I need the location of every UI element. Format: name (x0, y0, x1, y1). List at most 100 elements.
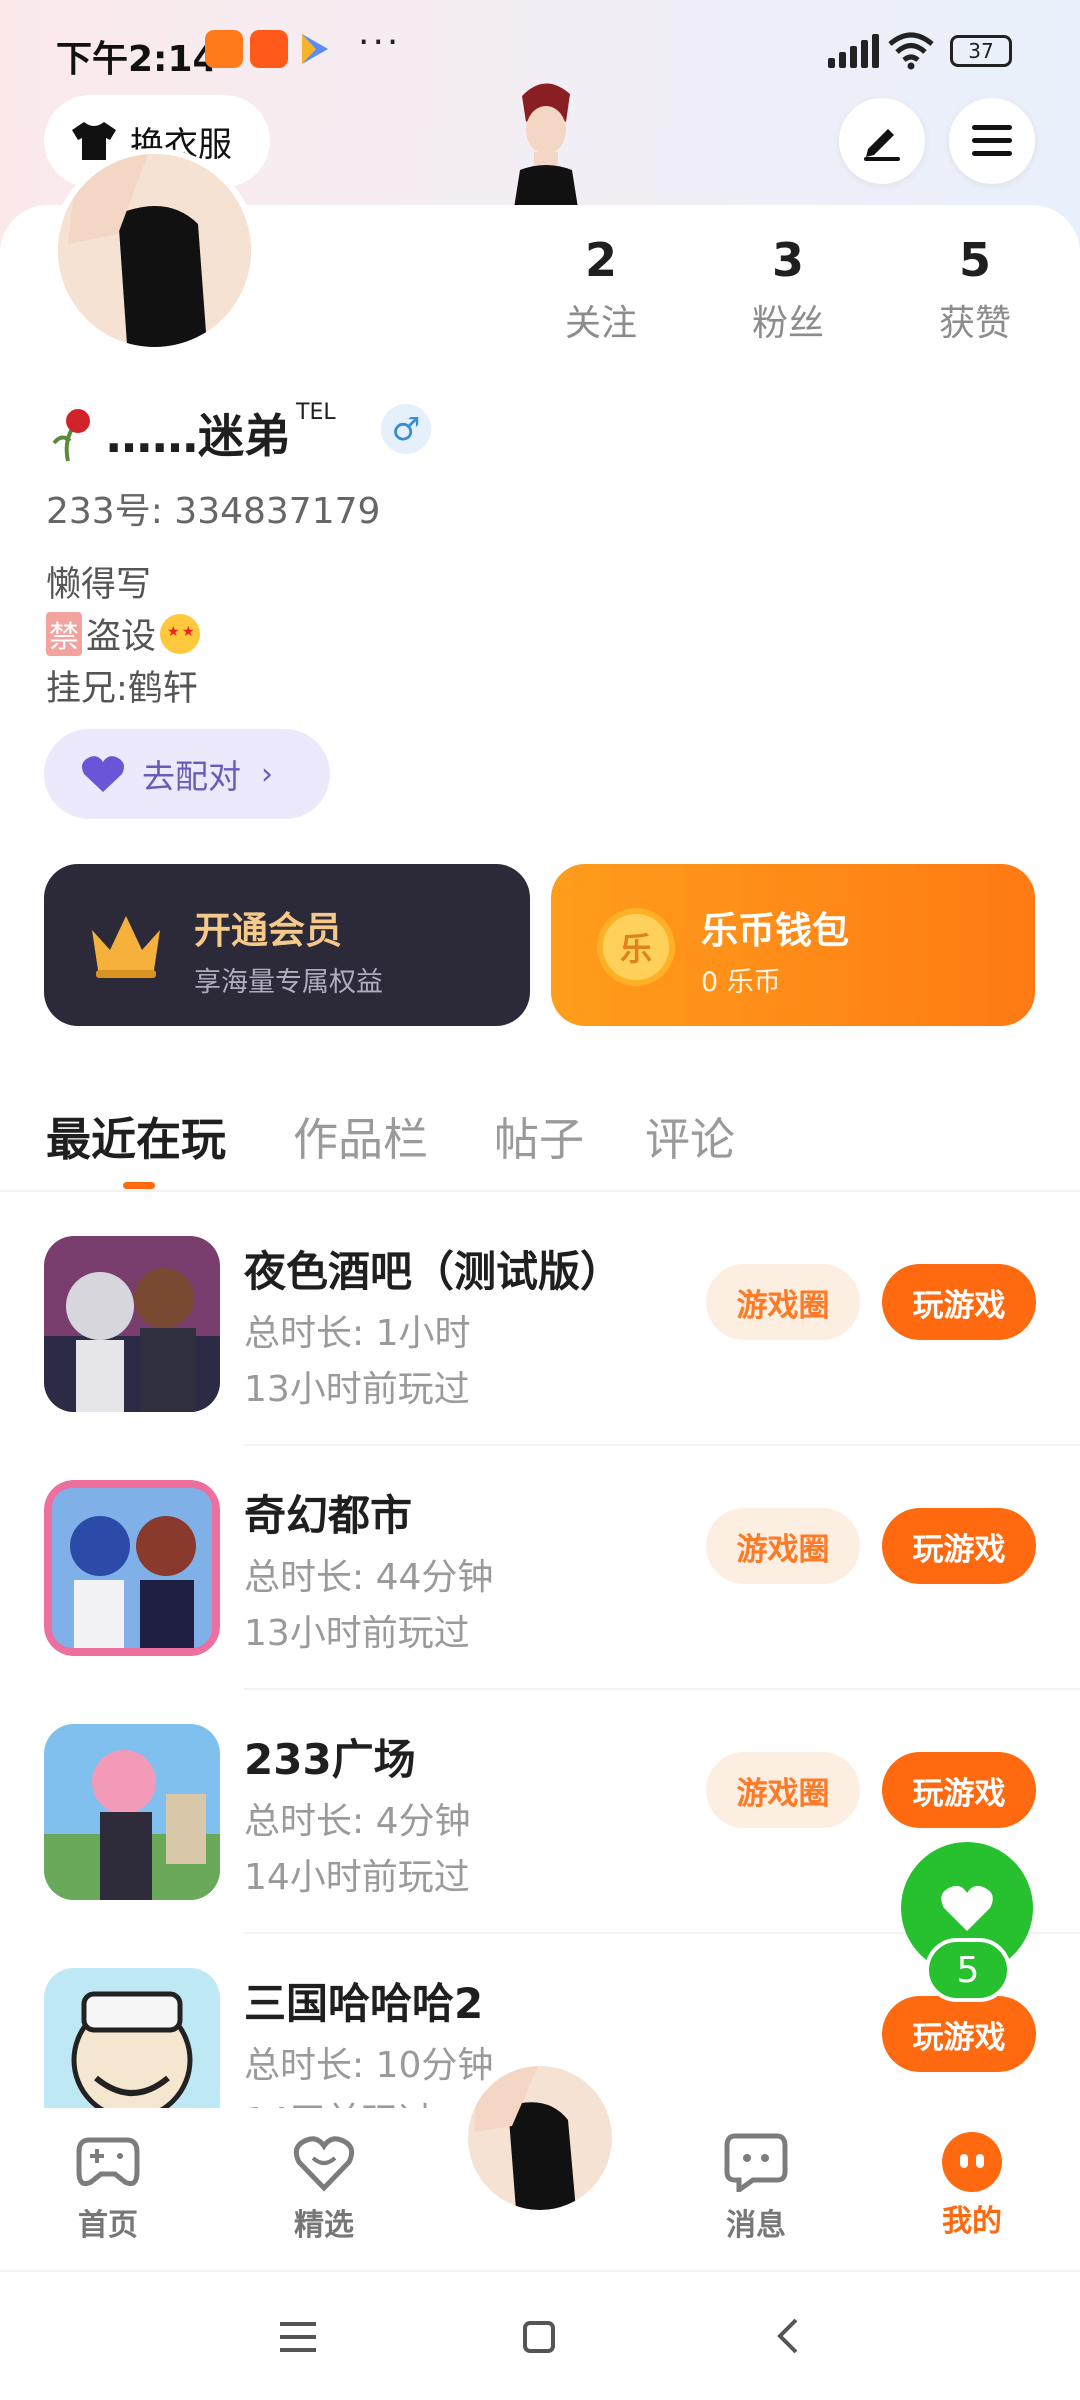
edit-profile-button[interactable] (839, 98, 925, 184)
match-button[interactable]: 去配对 › (44, 729, 330, 819)
battery-icon: 37 (950, 35, 1012, 67)
coin-icon: 乐 (597, 908, 675, 986)
heart-icon (82, 756, 124, 792)
signal-icon (828, 34, 884, 68)
fans-label: 粉丝 (751, 303, 824, 344)
play-store-icon (298, 32, 330, 70)
nav-featured-label: 精选 (294, 2208, 354, 2243)
nav-messages[interactable]: 消息 (696, 2132, 816, 2244)
game-last-played: 13小时前玩过 (244, 1613, 470, 1654)
message-icon (724, 2133, 788, 2195)
game-last-played: 13小时前玩过 (244, 1369, 470, 1410)
profile-name: ……迷弟 TEL (46, 400, 336, 466)
home-icon[interactable] (522, 2320, 556, 2354)
row-divider (244, 1444, 1080, 1446)
bio-line-2: 禁 盗设 ★ ★ (46, 608, 201, 659)
following-label: 关注 (564, 303, 637, 344)
status-more-dots: ··· (358, 22, 402, 63)
game-icon-night-bar (44, 1236, 220, 1412)
nav-center-avatar[interactable] (462, 2060, 618, 2216)
row-divider (244, 1688, 1080, 1690)
game-name: 233广场 (244, 1735, 416, 1784)
game-duration: 总时长: 44分钟 (244, 1557, 494, 1598)
nav-mine[interactable]: 我的 (912, 2132, 1032, 2240)
match-label: 去配对 (142, 757, 241, 796)
fans-count: 3 (771, 233, 804, 287)
crown-icon (92, 916, 160, 978)
app-launcher-icon (205, 30, 243, 68)
game-duration: 总时长: 4分钟 (244, 1801, 471, 1842)
wallet-balance: 0 乐币 (701, 967, 781, 998)
bio-text: 盗设 (86, 617, 157, 657)
recents-icon[interactable] (278, 2320, 318, 2354)
play-game-button[interactable]: 玩游戏 (882, 1264, 1036, 1340)
nav-messages-label: 消息 (726, 2208, 786, 2243)
wifi-icon (888, 30, 934, 74)
game-duration: 总时长: 10分钟 (244, 2045, 494, 2086)
game-last-played: 14小时前玩过 (244, 1857, 470, 1898)
forbidden-badge: 禁 (46, 611, 82, 656)
hamburger-icon (972, 125, 1012, 156)
game-name: 夜色酒吧（测试版） (244, 1247, 623, 1296)
play-game-button[interactable]: 玩游戏 (882, 1996, 1036, 2072)
vip-title: 开通会员 (194, 909, 342, 952)
game-row[interactable]: 夜色酒吧（测试版） 总时长: 1小时 13小时前玩过 游戏圈 玩游戏 (0, 1208, 1080, 1448)
play-game-button[interactable]: 玩游戏 (882, 1752, 1036, 1828)
avatar[interactable] (52, 148, 257, 353)
tab-recent[interactable]: 最近在玩 (46, 1103, 226, 1168)
nav-mine-label: 我的 (942, 2204, 1002, 2239)
wallet-card[interactable]: 乐 乐币钱包 0 乐币 (551, 864, 1035, 1026)
app-233-icon (250, 30, 288, 68)
tab-indicator (123, 1182, 155, 1189)
nav-home-label: 首页 (78, 2208, 138, 2243)
play-game-button[interactable]: 玩游戏 (882, 1508, 1036, 1584)
game-name: 奇幻都市 (244, 1491, 413, 1540)
tabs-divider (0, 1190, 1080, 1192)
system-nav-bar (0, 2270, 1080, 2400)
following-count: 2 (584, 233, 617, 287)
tab-posts[interactable]: 帖子 (494, 1103, 584, 1168)
chevron-right-icon: › (261, 756, 273, 792)
floating-like-count: 5 (925, 1938, 1011, 2002)
nav-home[interactable]: 首页 (48, 2132, 168, 2244)
status-time: 下午2:14 (56, 39, 218, 80)
game-icon-fantasy-city (44, 1480, 220, 1656)
name-suffix: TEL (296, 400, 336, 425)
back-icon[interactable] (774, 2316, 800, 2356)
stat-fans[interactable]: 3 粉丝 (718, 232, 858, 346)
game-circle-button[interactable]: 游戏圈 (706, 1752, 860, 1828)
vip-subtitle: 享海量专属权益 (194, 967, 383, 998)
game-duration: 总时长: 1小时 (244, 1313, 471, 1354)
vip-card[interactable]: 开通会员 享海量专属权益 (44, 864, 530, 1026)
shirt-icon (72, 122, 116, 160)
menu-button[interactable] (949, 98, 1035, 184)
game-row[interactable]: 奇幻都市 总时长: 44分钟 13小时前玩过 游戏圈 玩游戏 (0, 1452, 1080, 1692)
nav-featured[interactable]: 精选 (264, 2132, 384, 2244)
tab-works[interactable]: 作品栏 (293, 1103, 428, 1168)
stat-following[interactable]: 2 关注 (531, 232, 671, 346)
gamepad-icon (76, 2137, 140, 2187)
game-circle-button[interactable]: 游戏圈 (706, 1264, 860, 1340)
wallet-title: 乐币钱包 (701, 909, 849, 952)
character-figure[interactable] (500, 78, 590, 208)
game-icon-233-plaza (44, 1724, 220, 1900)
gender-male-icon: ♂ (381, 404, 431, 454)
stat-likes[interactable]: 5 获赞 (905, 232, 1045, 346)
game-name: 三国哈哈哈2 (244, 1979, 484, 2028)
game-icon-three-kingdoms (44, 1968, 220, 2108)
likes-count: 5 (958, 233, 991, 287)
game-last-played: 14天前玩过 (244, 2092, 434, 2108)
battery-level: 37 (968, 39, 994, 63)
user-id: 233号: 334837179 (46, 491, 381, 532)
bio-line-3: 挂兄:鹤轩 (46, 669, 198, 709)
likes-label: 获赞 (938, 303, 1011, 344)
pencil-icon (864, 129, 900, 161)
rose-icon (52, 409, 90, 462)
user-name: ……迷弟 (106, 409, 290, 463)
bio-line-1: 懒得写 (46, 565, 152, 605)
profile-face-icon (942, 2132, 1002, 2192)
heart-chat-icon (293, 2136, 355, 2192)
tab-comments[interactable]: 评论 (645, 1103, 735, 1168)
game-circle-button[interactable]: 游戏圈 (706, 1508, 860, 1584)
star-eyes-emoji-icon: ★ ★ (160, 613, 201, 654)
